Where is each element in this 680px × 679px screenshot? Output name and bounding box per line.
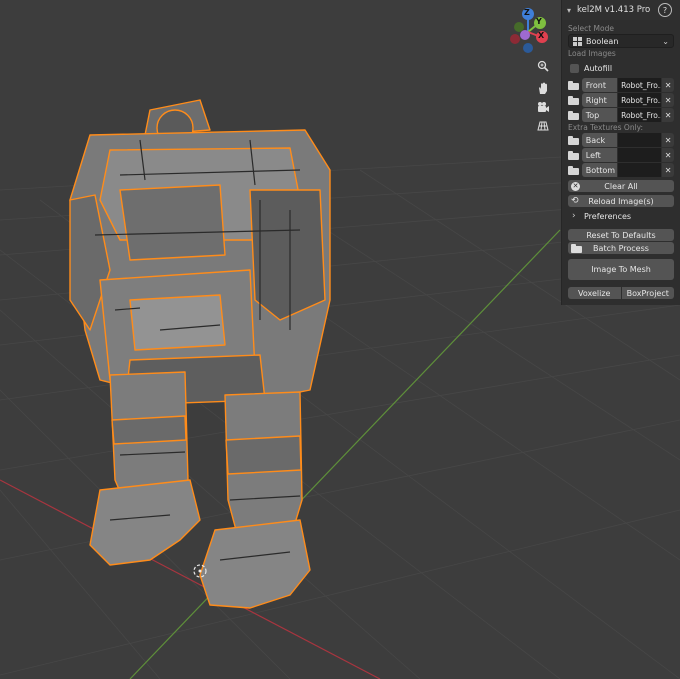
top-image-field[interactable]: Robot_Fro... <box>618 108 662 122</box>
select-mode-label: Select Mode <box>568 24 614 33</box>
folder-icon <box>571 242 582 254</box>
autofill-checkbox[interactable] <box>570 63 579 73</box>
folder-icon[interactable] <box>568 110 580 120</box>
bottom-image-field[interactable] <box>618 163 662 177</box>
folder-icon[interactable] <box>568 150 580 160</box>
kel2m-panel: ▾ kel2M v1.413 Pro ? Select Mode Boolean… <box>561 0 680 305</box>
reset-defaults-button[interactable]: Reset To Defaults <box>568 229 674 241</box>
image-row-bottom: Bottom ✕ <box>568 163 674 177</box>
right-image-button[interactable]: Right <box>581 93 618 107</box>
front-image-button[interactable]: Front <box>581 78 618 92</box>
clear-icon: ✕ <box>571 181 580 191</box>
image-row-right: Right Robot_Fro... ✕ <box>568 93 674 107</box>
folder-icon[interactable] <box>568 95 580 105</box>
close-icon[interactable]: ✕ <box>662 133 674 147</box>
preferences-toggle[interactable]: › Preferences <box>568 209 674 223</box>
load-images-label: Load Images <box>568 49 616 58</box>
bottom-image-button[interactable]: Bottom <box>581 163 618 177</box>
folder-icon[interactable] <box>568 135 580 145</box>
gizmo-z-label: Z <box>524 8 530 17</box>
back-image-field[interactable] <box>618 133 662 147</box>
preferences-label: Preferences <box>584 211 632 221</box>
grid-view-icon[interactable] <box>532 116 554 136</box>
camera-icon[interactable] <box>532 97 554 117</box>
close-icon[interactable]: ✕ <box>662 108 674 122</box>
gizmo-neg-y <box>514 22 524 32</box>
gizmo-y-label: Y <box>536 17 542 26</box>
boxproject-button[interactable]: BoxProject <box>621 287 674 299</box>
folder-icon[interactable] <box>568 165 580 175</box>
grid-icon <box>573 36 582 46</box>
image-row-back: Back ✕ <box>568 133 674 147</box>
reset-defaults-label: Reset To Defaults <box>586 230 656 240</box>
clear-all-button[interactable]: ✕ Clear All <box>568 180 674 192</box>
close-icon[interactable]: ✕ <box>662 163 674 177</box>
navigation-gizmo[interactable]: Z Y X <box>503 6 553 56</box>
panel-header[interactable]: ▾ kel2M v1.413 Pro ? <box>562 0 680 20</box>
gizmo-neg-x <box>510 34 520 44</box>
left-image-button[interactable]: Left <box>581 148 618 162</box>
image-row-top: Top Robot_Fro... ✕ <box>568 108 674 122</box>
clear-all-label: Clear All <box>604 181 638 191</box>
autofill-label: Autofill <box>584 63 613 73</box>
image-to-mesh-button[interactable]: Image To Mesh <box>568 259 674 280</box>
extra-textures-label: Extra Textures Only: <box>568 123 644 132</box>
close-icon[interactable]: ✕ <box>662 78 674 92</box>
right-image-field[interactable]: Robot_Fro... <box>618 93 662 107</box>
chevron-down-icon[interactable]: ▾ <box>567 6 577 15</box>
chevron-right-icon: › <box>572 211 576 221</box>
chevron-down-icon: ⌄ <box>662 36 669 46</box>
image-row-left: Left ✕ <box>568 148 674 162</box>
robot-model <box>69 99 331 609</box>
reload-images-label: Reload Image(s) <box>588 196 654 206</box>
voxelize-button[interactable]: Voxelize <box>568 287 621 299</box>
help-icon[interactable]: ? <box>658 3 672 17</box>
reload-icon: ⟲ <box>571 196 579 206</box>
gizmo-center <box>520 30 530 40</box>
autofill-row[interactable]: Autofill <box>568 61 674 75</box>
image-row-front: Front Robot_Fro... ✕ <box>568 78 674 92</box>
image-to-mesh-label: Image To Mesh <box>591 265 651 274</box>
reload-images-button[interactable]: ⟲ Reload Image(s) <box>568 195 674 207</box>
mode-value: Boolean <box>586 36 619 46</box>
back-image-button[interactable]: Back <box>581 133 618 147</box>
hand-pan-icon[interactable] <box>532 78 554 98</box>
close-icon[interactable]: ✕ <box>662 93 674 107</box>
gizmo-neg-z <box>523 43 533 53</box>
batch-process-button[interactable]: Batch Process <box>568 242 674 254</box>
close-icon[interactable]: ✕ <box>662 148 674 162</box>
left-image-field[interactable] <box>618 148 662 162</box>
panel-title: kel2M v1.413 Pro <box>577 5 651 15</box>
mode-dropdown[interactable]: Boolean ⌄ <box>568 34 674 48</box>
batch-process-label: Batch Process <box>593 243 649 253</box>
top-image-button[interactable]: Top <box>581 108 618 122</box>
zoom-icon[interactable] <box>532 56 554 76</box>
front-image-field[interactable]: Robot_Fro... <box>618 78 662 92</box>
gizmo-x-label: X <box>538 31 545 40</box>
folder-icon[interactable] <box>568 80 580 90</box>
